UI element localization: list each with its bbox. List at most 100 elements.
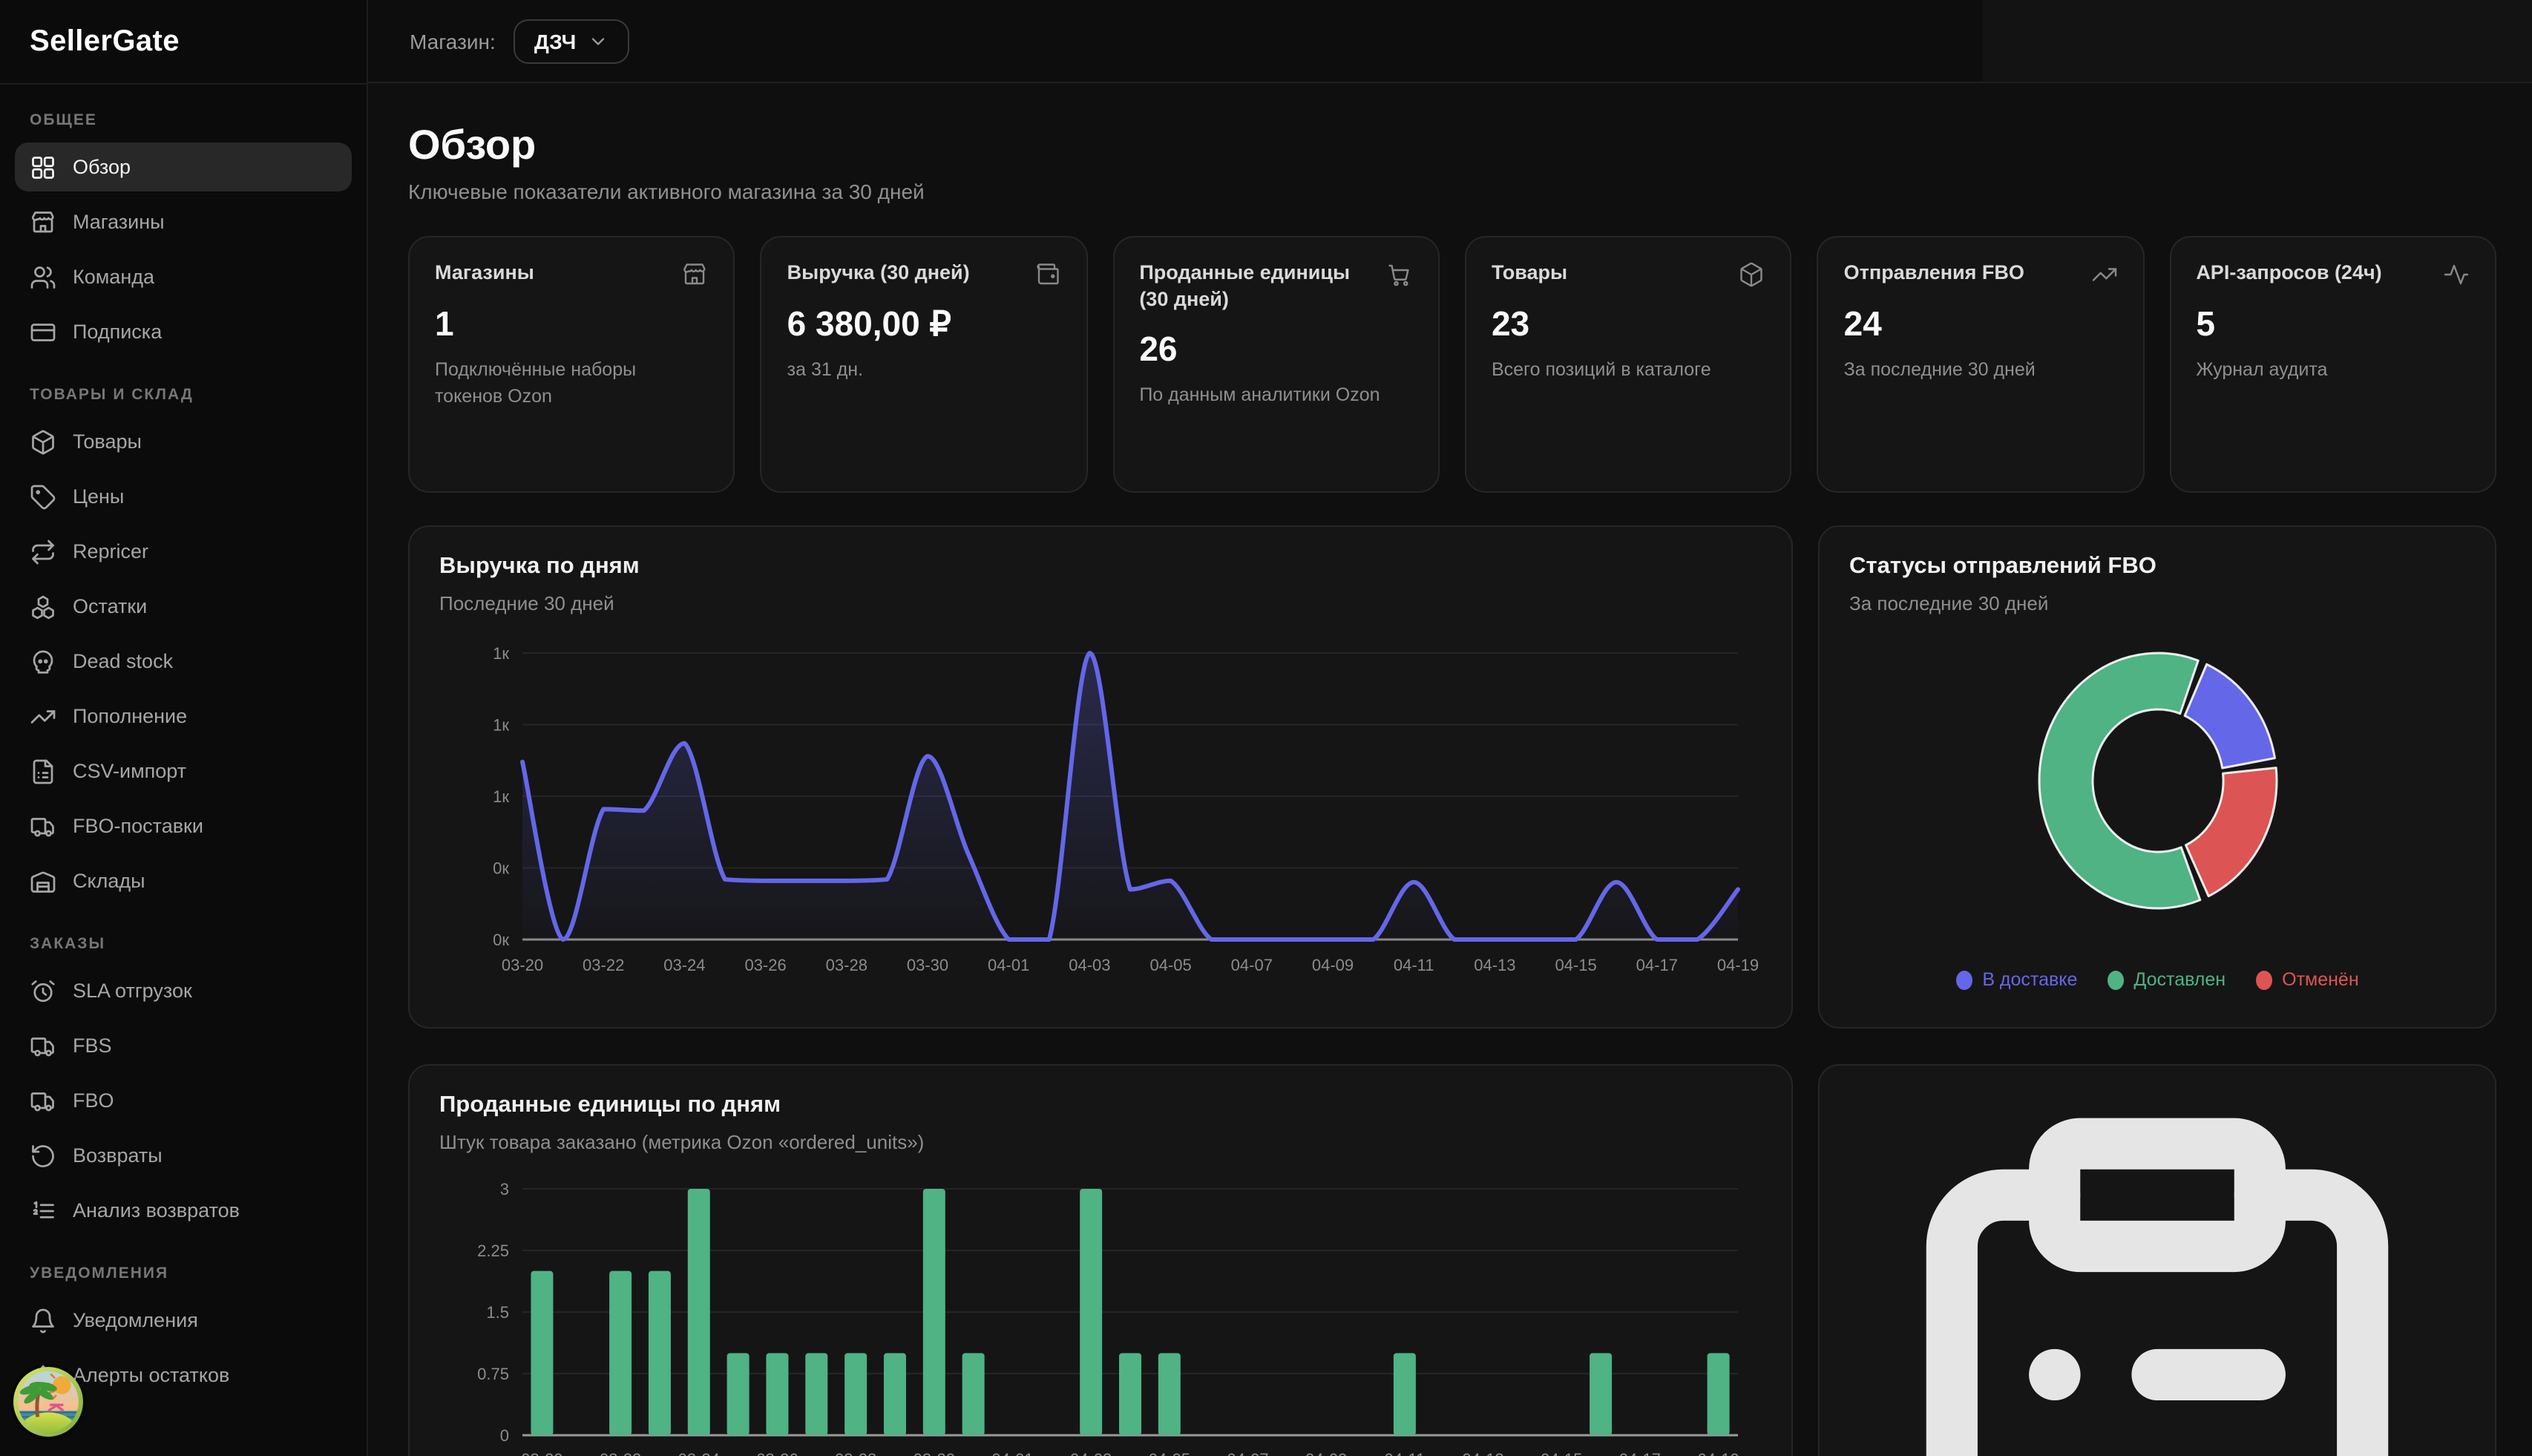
svg-text:04-15: 04-15 [1555, 956, 1596, 974]
svg-text:03-28: 03-28 [826, 956, 867, 974]
sidebar-item-label: Пополнение [73, 705, 187, 727]
svg-text:04-05: 04-05 [1149, 1450, 1190, 1456]
sidebar-item-label: Команда [73, 266, 154, 288]
returns-analysis-icon [30, 1197, 56, 1224]
svg-text:03-30: 03-30 [907, 956, 948, 974]
stat-card-desc: За последние 30 дней [1844, 356, 2118, 383]
svg-text:03-26: 03-26 [744, 956, 786, 974]
topbar-right-zone [1983, 0, 2532, 82]
svg-text:04-13: 04-13 [1474, 956, 1515, 974]
page-title: Обзор [408, 122, 2496, 169]
svg-text:04-19: 04-19 [1717, 956, 1759, 974]
sidebar-item-анализ-возвратов[interactable]: Анализ возвратов [15, 1186, 352, 1235]
sidebar-item-label: Обзор [73, 156, 131, 178]
sidebar-item-товары[interactable]: Товары [15, 417, 352, 466]
svg-text:0: 0 [500, 1426, 509, 1445]
svg-text:04-03: 04-03 [1070, 1450, 1112, 1456]
app-logo[interactable]: SellerGate [0, 0, 367, 85]
svg-text:04-17: 04-17 [1619, 1450, 1661, 1456]
svg-text:04-11: 04-11 [1385, 1450, 1426, 1456]
units-chart-title: Проданные единицы по дням [439, 1092, 1762, 1119]
csv-icon [30, 758, 56, 784]
sidebar-nav: ОБЩЕЕОбзорМагазиныКомандаПодпискаТОВАРЫ … [0, 85, 367, 1400]
sidebar-item-csv-импорт[interactable]: CSV-импорт [15, 747, 352, 796]
island-avatar[interactable] [12, 1365, 85, 1438]
legend-label: В доставке [1982, 969, 2077, 990]
sidebar-item-fbs[interactable]: FBS [15, 1021, 352, 1070]
stat-card-5: API-запросов (24ч)5Журнал аудита [2169, 236, 2496, 493]
legend-item-доставлен[interactable]: Доставлен [2107, 969, 2226, 990]
sidebar-item-цены[interactable]: Цены [15, 472, 352, 521]
stat-card-title: Выручка (30 дней) [787, 260, 970, 286]
island-illustration [12, 1365, 85, 1438]
sidebar-item-label: FBO [73, 1089, 114, 1112]
sidebar-item-уведомления[interactable]: Уведомления [15, 1296, 352, 1345]
svg-text:0к: 0к [493, 931, 509, 949]
returns-icon [30, 1142, 56, 1169]
stat-card-title: Товары [1492, 260, 1567, 286]
stat-card-title: Проданные единицы (30 дней) [1139, 260, 1374, 314]
sidebar-item-остатки[interactable]: Остатки [15, 582, 352, 631]
sidebar-item-команда[interactable]: Команда [15, 252, 352, 301]
units-chart-panel: Проданные единицы по дням Штук товара за… [408, 1064, 1793, 1456]
sidebar-item-склады[interactable]: Склады [15, 856, 352, 905]
sidebar-item-label: CSV-импорт [73, 760, 186, 782]
legend-item-в-доставке[interactable]: В доставке [1955, 969, 2077, 990]
legend-label: Отменён [2282, 969, 2359, 990]
svg-text:04-01: 04-01 [988, 956, 1029, 974]
store-label: Магазин: [410, 29, 496, 53]
trending-up-icon [2090, 261, 2117, 288]
revenue-chart-title: Выручка по дням [439, 554, 1762, 580]
svg-text:04-17: 04-17 [1636, 956, 1678, 974]
stat-card-desc: за 31 дн. [787, 356, 1061, 383]
stat-card-2: Проданные единицы (30 дней) 26 По данным а… [1112, 236, 1440, 493]
sla-icon [30, 977, 56, 1004]
stat-card-desc: По данным аналитики Ozon [1139, 382, 1413, 409]
topbar: Магазин: ДЗЧ [368, 0, 2532, 83]
store-select-dropdown[interactable]: ДЗЧ [514, 19, 629, 63]
stat-card-value: 23 [1492, 304, 1765, 344]
sidebar-item-пополнение[interactable]: Пополнение [15, 692, 352, 741]
svg-text:03-26: 03-26 [756, 1450, 798, 1456]
stat-card-value: 24 [1844, 304, 2118, 344]
tag-icon [30, 483, 56, 510]
repricer-icon [30, 538, 56, 565]
sidebar-item-repricer[interactable]: Repricer [15, 527, 352, 576]
clipboard-icon [1849, 1092, 2465, 1456]
legend-dot [2107, 970, 2123, 989]
svg-text:04-13: 04-13 [1462, 1450, 1503, 1456]
truck-icon [30, 813, 56, 839]
sidebar-item-sla-отгрузок[interactable]: SLA отгрузок [15, 966, 352, 1015]
stat-card-value: 1 [435, 304, 709, 344]
sidebar-item-fbo[interactable]: FBO [15, 1076, 352, 1125]
bell-icon [30, 1307, 56, 1334]
sidebar-item-обзор[interactable]: Обзор [15, 142, 352, 191]
sidebar-item-label: Остатки [73, 595, 147, 617]
subscription-icon [30, 318, 56, 345]
stat-card-value: 26 [1139, 330, 1413, 370]
sidebar-item-магазины[interactable]: Магазины [15, 197, 352, 246]
sidebar-item-label: Repricer [73, 540, 148, 563]
dashboard-icon [30, 154, 56, 180]
revenue-chart-subtitle: Последние 30 дней [439, 592, 1762, 614]
sidebar-item-подписка[interactable]: Подписка [15, 307, 352, 356]
svg-text:04-05: 04-05 [1149, 956, 1191, 974]
svg-text:04-09: 04-09 [1312, 956, 1354, 974]
svg-text:03-20: 03-20 [521, 1450, 563, 1456]
svg-text:1.5: 1.5 [486, 1303, 509, 1322]
store-icon [30, 209, 56, 235]
sidebar-item-fbo-поставки[interactable]: FBO-поставки [15, 801, 352, 850]
api-activity-panel: Активность API Последние запросы к Ozon … [1818, 1064, 2496, 1456]
stat-cards-row: Магазины1Подключённые наборы токенов Ozo… [408, 236, 2496, 493]
revenue-chart-panel: Выручка по дням Последние 30 дней 0к0к1к… [408, 525, 1793, 1029]
legend-dot [1955, 970, 1972, 989]
sidebar-item-dead-stock[interactable]: Dead stock [15, 637, 352, 686]
svg-text:1к: 1к [493, 787, 509, 806]
replenishment-icon [30, 703, 56, 729]
legend-item-отменён[interactable]: Отменён [2255, 969, 2359, 990]
sidebar-item-label: Анализ возвратов [73, 1199, 240, 1221]
truck-icon [30, 1032, 56, 1059]
sidebar-item-label: Склады [73, 870, 145, 892]
sidebar-item-возвраты[interactable]: Возвраты [15, 1131, 352, 1180]
svg-text:03-30: 03-30 [914, 1450, 955, 1456]
